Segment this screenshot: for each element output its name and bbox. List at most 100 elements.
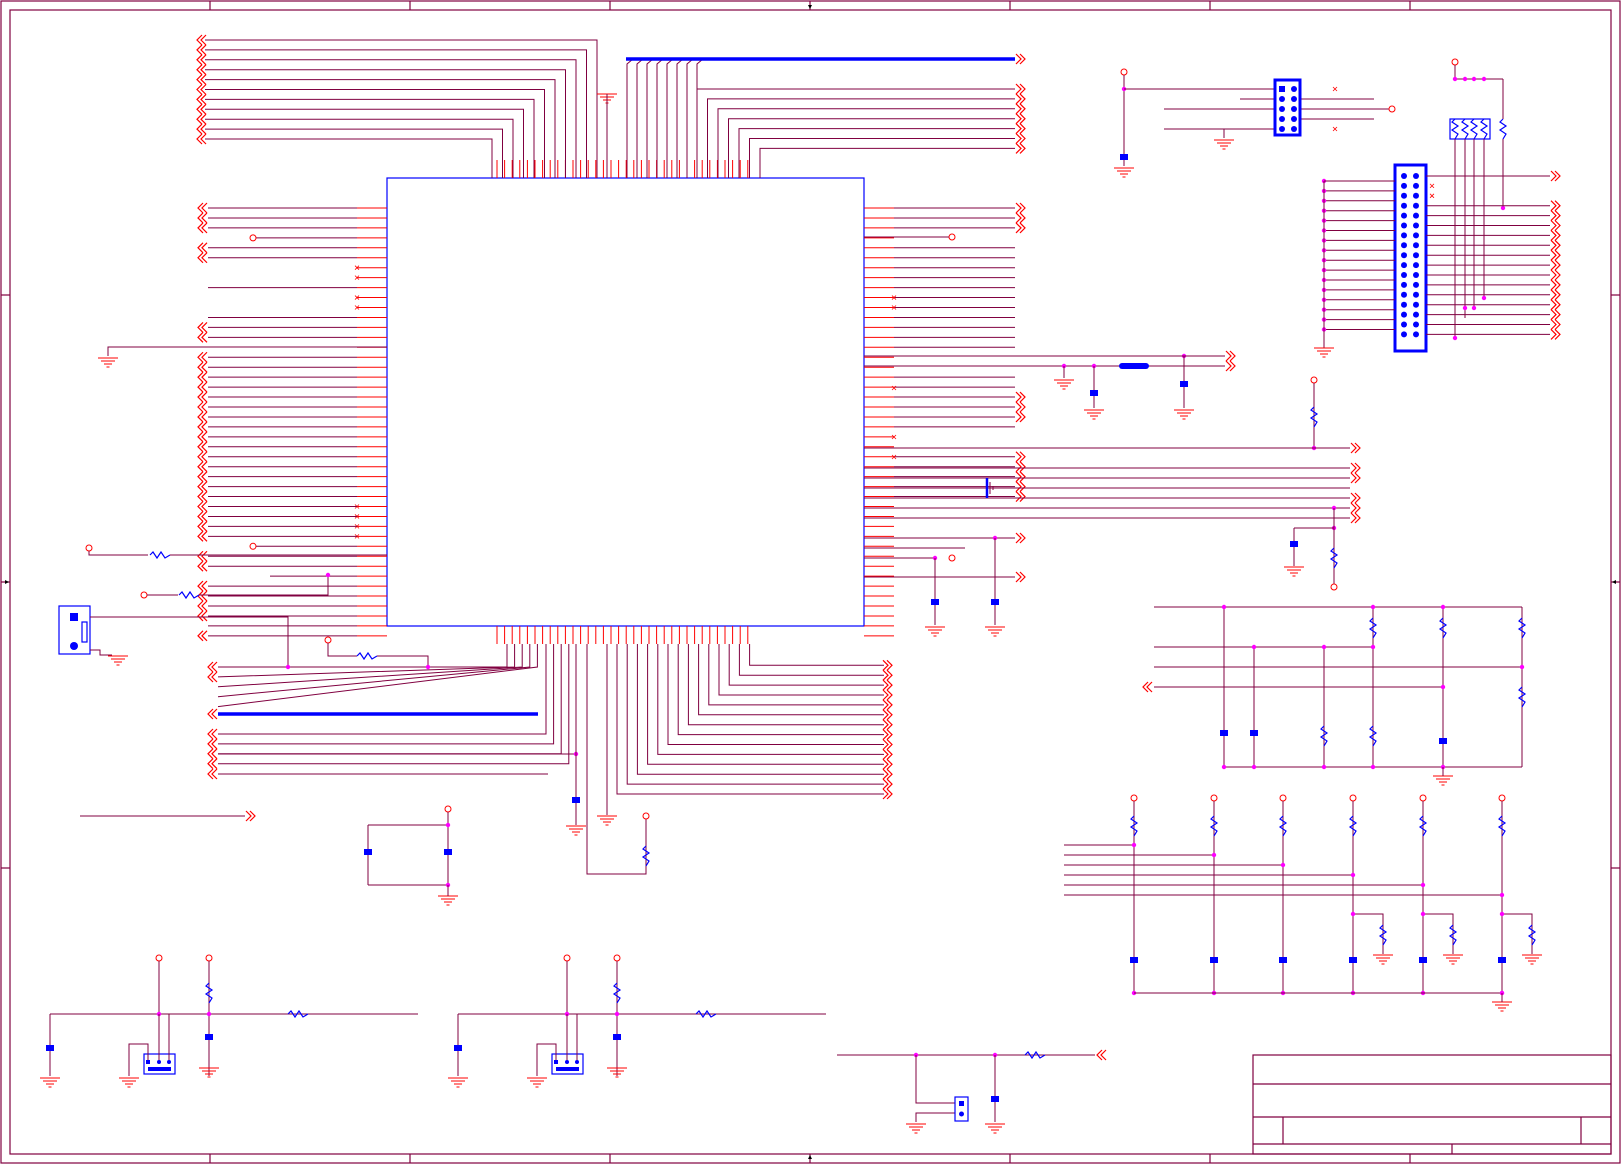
header-pin (1413, 301, 1419, 308)
ground-icon (1442, 954, 1464, 965)
offsheet-port-icon (882, 758, 893, 770)
capacitor-icon (929, 599, 941, 605)
power-port-icon (613, 954, 621, 962)
header-pin (1413, 281, 1419, 288)
power-port-icon (1279, 794, 1287, 802)
capacitor-icon (1118, 154, 1130, 160)
offsheet-port-icon (1015, 481, 1026, 493)
power-port-icon (444, 805, 452, 813)
offsheet-port-icon (196, 93, 207, 106)
resistor-icon (1499, 118, 1507, 140)
offsheet-port-icon (882, 709, 893, 721)
capacitor-icon (1208, 957, 1220, 963)
offsheet-port-icon (197, 500, 208, 513)
offsheet-port-icon (207, 708, 218, 720)
offsheet-port-icon (1550, 249, 1561, 261)
offsheet-port-icon (196, 34, 207, 46)
offsheet-port-icon (1015, 411, 1026, 423)
jumper-net (837, 1049, 1107, 1134)
offsheet-port-icon (196, 133, 207, 145)
offsheet-port-icon (1015, 532, 1026, 544)
header-pin (1401, 232, 1407, 239)
header-pin (1413, 222, 1419, 229)
header-pin (1413, 252, 1419, 259)
offsheet-port-icon (1142, 681, 1153, 693)
offsheet-port-icon (197, 530, 208, 542)
offsheet-port-icon (882, 768, 893, 780)
power-port-icon (642, 812, 650, 820)
offsheet-port-icon (882, 719, 893, 731)
offsheet-port-icon (1096, 1049, 1107, 1061)
ground-icon (1053, 379, 1075, 390)
offsheet-port-icon (197, 222, 208, 234)
header-pin (1413, 192, 1419, 199)
capacitor-icon (989, 599, 1001, 605)
offsheet-port-icon (197, 490, 208, 503)
offsheet-port-icon (1015, 103, 1026, 115)
offsheet-port-icon (196, 113, 207, 125)
capacitor-icon (1347, 957, 1359, 963)
offsheet-port-icon (196, 64, 207, 76)
ground-icon (905, 1123, 927, 1134)
header-pin (1413, 242, 1419, 249)
offsheet-port-icon (197, 471, 208, 483)
resistor-icon (356, 652, 378, 660)
offsheet-port-icon (1550, 269, 1561, 281)
lone-signal (80, 810, 256, 822)
offsheet-port-icon (197, 421, 208, 433)
ground-icon (1491, 1001, 1513, 1012)
header-pin (1401, 222, 1407, 229)
header-pin (1401, 311, 1407, 318)
header-pin (1401, 182, 1407, 189)
offsheet-port-icon (207, 738, 218, 750)
left-pullup-net (85, 544, 387, 599)
offsheet-port-icon (197, 252, 208, 264)
capacitor-icon (1288, 541, 1300, 547)
power-port-icon (563, 954, 571, 962)
offsheet-port-icon (1550, 170, 1561, 182)
offsheet-port-icon (882, 728, 893, 741)
offsheet-port-icon (197, 331, 208, 343)
offsheet-port-icon (196, 54, 207, 66)
main-ic (357, 160, 894, 644)
header-pin (1401, 202, 1407, 209)
offsheet-port-icon (1015, 53, 1026, 65)
offsheet-port-icon (1015, 471, 1026, 483)
right-nets (891, 202, 1026, 503)
offsheet-port-icon (197, 351, 208, 363)
ground-icon (1372, 954, 1394, 965)
power-port-icon (155, 954, 163, 962)
offsheet-port-icon (1550, 259, 1561, 271)
offsheet-port-icon (197, 610, 208, 622)
power-port-icon (948, 233, 956, 241)
offsheet-port-icon (1350, 502, 1361, 514)
capacitor-icon (203, 1034, 215, 1040)
ground-icon (1432, 775, 1454, 786)
offsheet-port-icon (1015, 212, 1026, 224)
power-port-icon (1210, 794, 1218, 802)
offsheet-port-icon (1015, 571, 1026, 583)
ground-icon (39, 1077, 61, 1088)
resistor-network-lower (1064, 794, 1543, 1012)
offsheet-port-icon (197, 202, 208, 214)
capacitor-icon (989, 1096, 1001, 1102)
offsheet-port-icon (1550, 318, 1561, 331)
title-block (1252, 1054, 1612, 1155)
header-pin (1401, 291, 1407, 298)
capacitor-icon (362, 849, 374, 855)
power-port-icon (249, 234, 257, 242)
header-pin (1401, 192, 1407, 199)
offsheet-port-icon (207, 758, 218, 770)
ground-icon (924, 626, 946, 637)
capacitor-icon (452, 1045, 464, 1051)
offsheet-port-icon (196, 73, 207, 86)
offsheet-port-icon (1015, 83, 1026, 95)
offsheet-port-icon (197, 510, 208, 523)
ground-icon (447, 1077, 469, 1088)
offsheet-port-icon (245, 810, 256, 822)
left-nets (197, 202, 360, 642)
offsheet-port-icon (882, 748, 893, 761)
offsheet-port-icon (197, 411, 208, 423)
offsheet-port-icon (1550, 200, 1561, 212)
header-pin (1413, 202, 1419, 209)
